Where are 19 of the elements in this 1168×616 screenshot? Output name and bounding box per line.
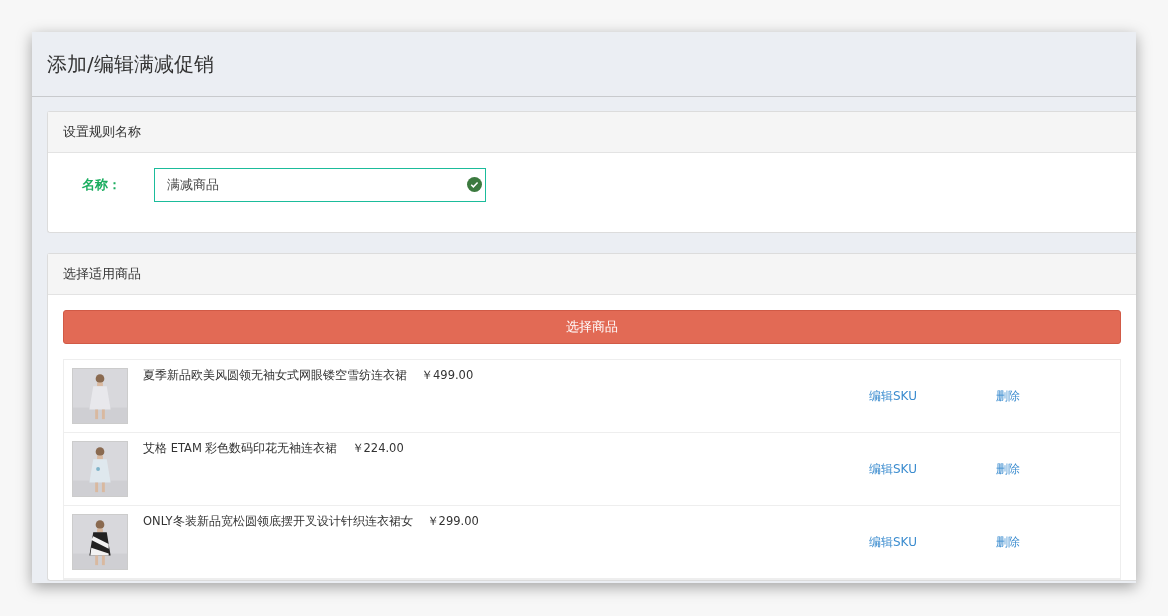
product-price: ￥224.00 <box>351 441 404 456</box>
delete-link[interactable]: 删除 <box>995 534 1020 551</box>
panel-title: 选择适用商品 <box>63 265 141 283</box>
panel-title: 设置规则名称 <box>63 123 141 141</box>
product-name: 艾格 ETAM 彩色数码印花无袖连衣裙 <box>143 441 338 456</box>
check-icon <box>467 177 482 192</box>
edit-sku-link[interactable]: 编辑SKU <box>869 461 917 478</box>
select-goods-button[interactable]: 选择商品 <box>63 310 1121 344</box>
window-title: 添加/编辑满减促销 <box>47 50 214 78</box>
delete-link[interactable]: 删除 <box>995 461 1020 478</box>
delete-link[interactable]: 删除 <box>995 388 1020 405</box>
edit-sku-link[interactable]: 编辑SKU <box>869 534 917 551</box>
product-name: ONLY冬装新品宽松圆领底摆开叉设计针织连衣裙女 <box>143 514 413 529</box>
edit-sku-link[interactable]: 编辑SKU <box>869 388 917 405</box>
name-input-field[interactable]: 满减商品 <box>154 168 486 202</box>
field-label: 名称： <box>81 176 122 194</box>
product-name: 夏季新品欧美风圆领无袖女式网眼镂空雪纺连衣裙 <box>143 368 407 383</box>
product-price: ￥499.00 <box>421 368 474 383</box>
product-price: ￥299.00 <box>426 514 479 529</box>
